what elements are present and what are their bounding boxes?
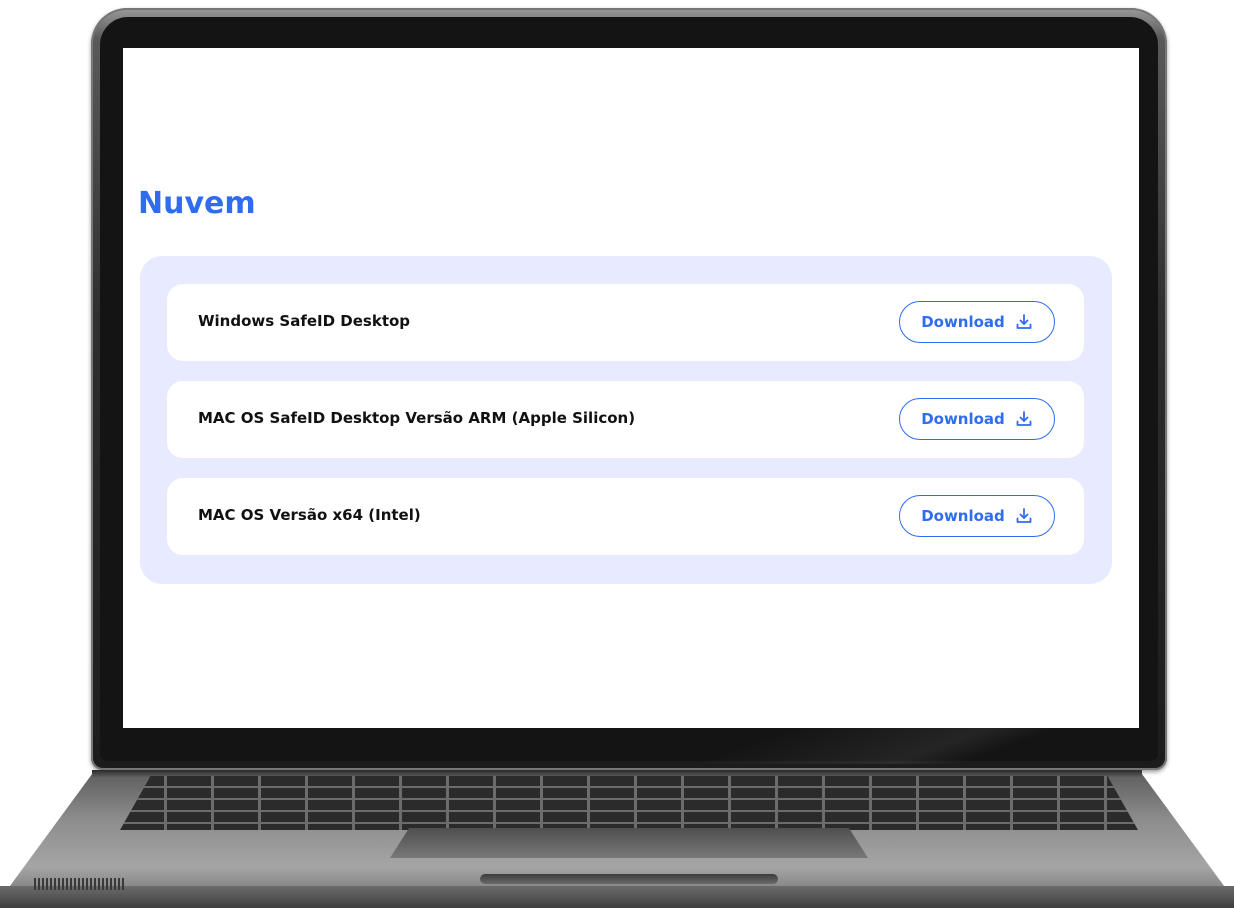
downloads-panel: Windows SafeID Desktop Download MAC OS S… [140, 256, 1112, 584]
download-button-mac-intel[interactable]: Download [899, 495, 1055, 537]
screen: Nuvem Windows SafeID Desktop Download MA… [123, 48, 1139, 728]
download-row-label: MAC OS Versão x64 (Intel) [198, 506, 421, 524]
bezel-reflection [600, 724, 1160, 764]
trackpad [390, 828, 868, 858]
download-button-mac-arm[interactable]: Download [899, 398, 1055, 440]
download-row-label: Windows SafeID Desktop [198, 312, 411, 330]
download-icon [1015, 410, 1033, 428]
laptop-frame: Nuvem Windows SafeID Desktop Download MA… [0, 0, 1234, 908]
download-button-label: Download [921, 410, 1005, 428]
laptop-front-notch [480, 874, 778, 884]
download-button-label: Download [921, 507, 1005, 525]
laptop-vents [34, 878, 124, 890]
keyboard [120, 776, 1138, 830]
download-row-label: MAC OS SafeID Desktop Versão ARM (Apple … [198, 409, 636, 427]
download-icon [1015, 313, 1033, 331]
download-row-windows: Windows SafeID Desktop Download [167, 284, 1084, 361]
laptop-base [0, 770, 1234, 908]
laptop-front-edge [0, 886, 1234, 908]
download-icon [1015, 507, 1033, 525]
page-title: Nuvem [138, 186, 256, 221]
download-row-mac-arm: MAC OS SafeID Desktop Versão ARM (Apple … [167, 381, 1084, 458]
download-button-windows[interactable]: Download [899, 301, 1055, 343]
download-button-label: Download [921, 313, 1005, 331]
download-row-mac-intel: MAC OS Versão x64 (Intel) Download [167, 478, 1084, 555]
